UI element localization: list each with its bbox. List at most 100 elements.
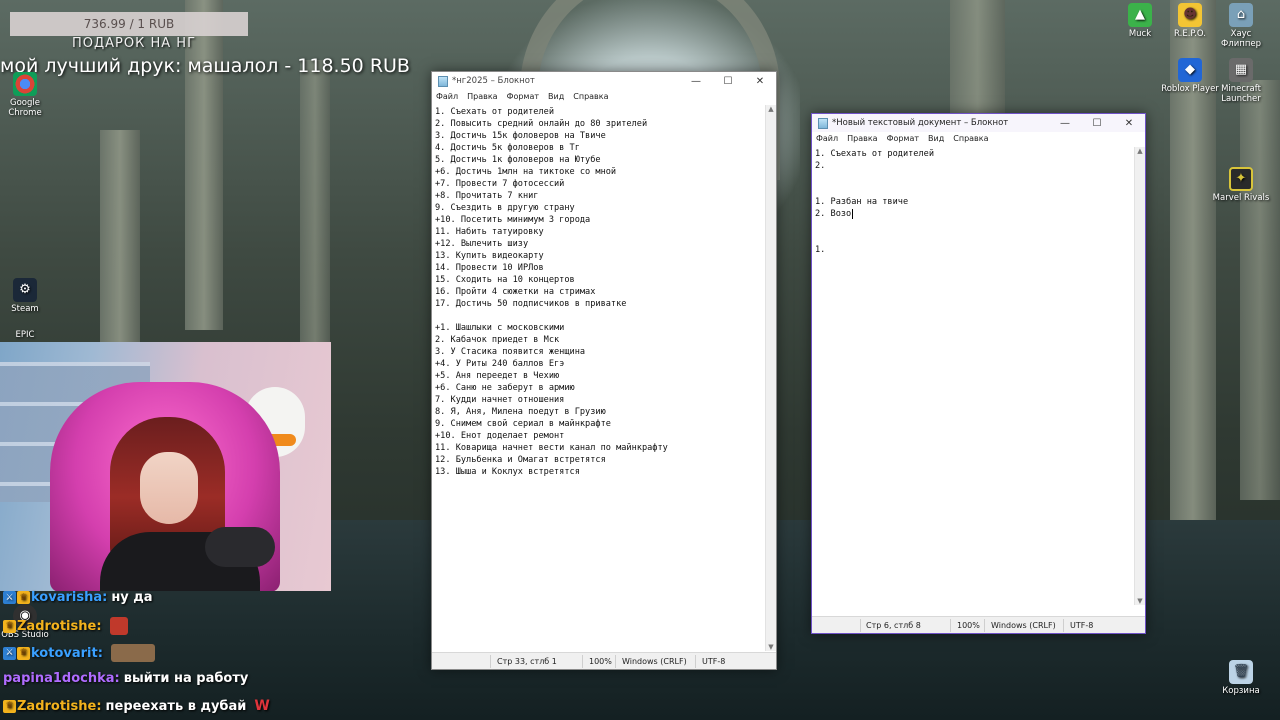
desktop-icon-epic[interactable]: EPIC — [0, 330, 55, 340]
text-line: 3. У Стасика появится женщина — [435, 347, 586, 357]
scroll-up-arrow-icon[interactable]: ▲ — [1135, 147, 1145, 155]
menu-help[interactable]: Справка — [953, 134, 988, 143]
sword-badge-icon: ⚔ — [3, 591, 16, 604]
chat-username[interactable]: papina1dochka: — [3, 671, 120, 686]
sword-badge-icon: ⚔ — [3, 646, 16, 660]
text-line: 13. Шыша и Коклух встретятся — [435, 467, 580, 477]
text-line: 7. Кудди начнет отношения — [435, 395, 565, 405]
notepad-window-new[interactable]: *Новый текстовый документ – Блокнот — ☐ … — [811, 113, 1146, 634]
minimize-button[interactable]: — — [680, 72, 712, 90]
text-line: +5. Аня переедет в Чехию — [435, 371, 560, 381]
text-line: 12. Бульбенка и Омагат встретятся — [435, 455, 606, 465]
text-line: +6. Саню не заберут в армию — [435, 383, 575, 393]
desktop-icon-recycle-bin[interactable]: 🗑 Корзина — [1211, 660, 1271, 696]
status-encoding: UTF-8 — [702, 657, 726, 666]
donation-goal-text: 736.99 / 1 RUB — [83, 17, 175, 31]
text-line: 2. Возо — [815, 208, 854, 219]
scroll-up-arrow-icon[interactable]: ▲ — [766, 105, 776, 113]
notepad-main-statusbar: Стр 33, стлб 1 100% Windows (CRLF) UTF-8 — [432, 652, 776, 669]
chat-username[interactable]: Zadrotishe: — [17, 699, 102, 714]
status-cursor-position: Стр 33, стлб 1 — [497, 657, 557, 666]
background-pillar — [300, 60, 330, 360]
donation-goal-bar: 736.99 / 1 RUB — [10, 12, 248, 36]
text-line: 1. Съехать от родителей — [435, 107, 554, 117]
close-button[interactable]: ✕ — [744, 72, 776, 90]
muck-icon: ▲ — [1128, 3, 1152, 27]
chat-username[interactable]: Zadrotishe: — [17, 619, 102, 634]
webcam-feed — [0, 342, 331, 591]
notepad-new-text-area[interactable]: 1. Съехать от родителей 2. 1. Разбан на тв… — [813, 147, 1133, 605]
chat-message-text: выйти на работу — [123, 671, 249, 686]
menu-file[interactable]: Файл — [436, 92, 458, 101]
menu-edit[interactable]: Правка — [467, 92, 497, 101]
close-button[interactable]: ✕ — [1113, 114, 1145, 132]
scroll-down-arrow-icon[interactable]: ▼ — [766, 643, 776, 651]
text-line — [815, 232, 1131, 244]
menu-view[interactable]: Вид — [548, 92, 564, 101]
text-line: +8. Прочитать 7 книг — [435, 191, 539, 201]
status-line-ending: Windows (CRLF) — [622, 657, 687, 666]
menu-file[interactable]: Файл — [816, 134, 838, 143]
notepad-main-title: *нг2025 – Блокнот — [452, 76, 535, 86]
scroll-down-arrow-icon[interactable]: ▼ — [1135, 597, 1145, 605]
notepad-main-scrollbar[interactable]: ▲ ▼ — [765, 105, 776, 651]
text-line — [815, 172, 1131, 184]
menu-view[interactable]: Вид — [928, 134, 944, 143]
recycle-bin-icon: 🗑 — [1229, 660, 1253, 684]
text-line: 14. Провести 10 ИРЛов — [435, 263, 544, 273]
chat-message: ♛ Zadrotishe: переехать в дубай W — [3, 698, 270, 714]
minimize-button[interactable]: — — [1049, 114, 1081, 132]
maximize-button[interactable]: ☐ — [712, 72, 744, 90]
menu-edit[interactable]: Правка — [847, 134, 877, 143]
text-line — [815, 184, 1131, 196]
notepad-new-titlebar[interactable]: *Новый текстовый документ – Блокнот — ☐ … — [812, 114, 1145, 132]
text-line: 1. Съехать от родителей — [815, 149, 934, 159]
webcam-streamer-face — [140, 452, 198, 524]
menu-format[interactable]: Формат — [887, 134, 919, 143]
text-line: 9. Съездить в другую страну — [435, 203, 575, 213]
notepad-new-scrollbar[interactable]: ▲ ▼ — [1134, 147, 1145, 605]
chat-suffix-text: W — [254, 698, 270, 714]
notepad-main-titlebar[interactable]: *нг2025 – Блокнот — ☐ ✕ — [432, 72, 776, 90]
text-line: 1. — [815, 245, 826, 255]
menu-help[interactable]: Справка — [573, 92, 608, 101]
desktop-icon-marvel-rivals[interactable]: ✦ Marvel Rivals — [1211, 167, 1271, 203]
text-line: 9. Снимем свой сериал в майнкрафте — [435, 419, 611, 429]
desktop-icon-minecraft[interactable]: ▦ Minecraft Launcher — [1211, 58, 1271, 104]
text-line: +12. Вылечить шизу — [435, 239, 529, 249]
desktop-icon-chrome[interactable]: Google Chrome — [0, 72, 55, 118]
crown-badge-icon: ♛ — [3, 619, 16, 633]
roblox-icon: ◆ — [1178, 58, 1202, 82]
crown-badge-icon: ♛ — [17, 591, 30, 604]
chat-emote-icon — [110, 644, 155, 662]
chat-username[interactable]: kotovarit: — [31, 646, 103, 661]
notepad-main-text-area[interactable]: 1. Съехать от родителей 2. Повысить средн… — [433, 105, 764, 651]
text-line: +4. У Риты 240 баллов Егэ — [435, 359, 565, 369]
menu-format[interactable]: Формат — [507, 92, 539, 101]
notepad-window-main[interactable]: *нг2025 – Блокнот — ☐ ✕ Файл Правка Форм… — [431, 71, 777, 670]
status-line-ending: Windows (CRLF) — [991, 621, 1056, 630]
text-line: 8. Я, Аня, Милена поедут в Грузию — [435, 407, 606, 417]
status-encoding: UTF-8 — [1070, 621, 1094, 630]
steam-icon: ⚙ — [13, 278, 37, 302]
desktop-icon-steam[interactable]: ⚙ Steam — [0, 278, 55, 314]
notepad-new-title: *Новый текстовый документ – Блокнот — [832, 118, 1009, 128]
desktop-icon-house-flipper[interactable]: ⌂ Хаус Флиппер — [1211, 3, 1271, 49]
status-zoom: 100% — [957, 621, 980, 630]
notepad-icon — [438, 75, 448, 87]
text-line: 16. Пройти 4 сюжетки на стримах — [435, 287, 596, 297]
repo-icon: ☻ — [1178, 3, 1202, 27]
text-line: 2. Кабачок приедет в Мск — [435, 335, 560, 345]
text-line: 2. Повысить средний онлайн до 80 зрителе… — [435, 119, 648, 129]
text-line: 2. — [815, 161, 826, 171]
text-line: +6. Достичь 1млн на тиктоке со мной — [435, 167, 617, 177]
chat-message-text: ну да — [111, 590, 153, 605]
chat-username[interactable]: kovarisha: — [31, 590, 107, 605]
donation-goal-title: ПОДАРОК НА НГ — [72, 36, 196, 51]
notepad-new-menubar: Файл Правка Формат Вид Справка — [812, 132, 1145, 145]
webcam-microphone — [205, 527, 275, 567]
notepad-new-statusbar: Стр 6, стлб 8 100% Windows (CRLF) UTF-8 — [812, 616, 1145, 633]
maximize-button[interactable]: ☐ — [1081, 114, 1113, 132]
notepad-main-menubar: Файл Правка Формат Вид Справка — [432, 90, 776, 103]
text-line: 13. Купить видеокарту — [435, 251, 544, 261]
